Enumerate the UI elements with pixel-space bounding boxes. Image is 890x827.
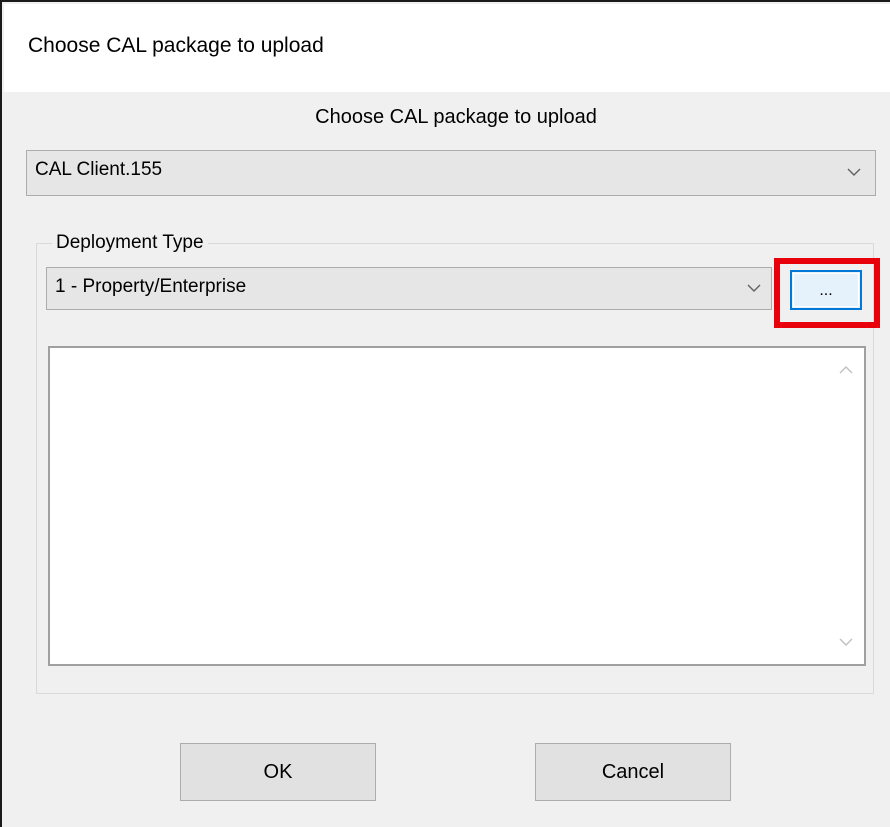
details-textbox[interactable] bbox=[48, 346, 866, 666]
dialog-window: Choose CAL package to upload Choose CAL … bbox=[0, 0, 890, 827]
chevron-up-icon[interactable] bbox=[838, 362, 854, 378]
ok-button[interactable]: OK bbox=[180, 743, 376, 801]
vertical-scrollbar[interactable] bbox=[828, 348, 864, 664]
chevron-down-icon bbox=[847, 168, 861, 176]
deployment-type-label: Deployment Type bbox=[52, 232, 208, 254]
deployment-type-select[interactable]: 1 - Property/Enterprise bbox=[46, 267, 772, 310]
package-select-value: CAL Client.155 bbox=[35, 159, 163, 180]
chevron-down-icon[interactable] bbox=[838, 634, 854, 650]
chevron-down-icon bbox=[747, 284, 761, 292]
window-title: Choose CAL package to upload bbox=[28, 34, 324, 57]
title-bar: Choose CAL package to upload bbox=[4, 4, 890, 92]
deployment-type-value: 1 - Property/Enterprise bbox=[55, 276, 247, 297]
dialog-heading: Choose CAL package to upload bbox=[315, 106, 597, 128]
package-select[interactable]: CAL Client.155 bbox=[26, 150, 876, 196]
cancel-button[interactable]: Cancel bbox=[535, 743, 731, 801]
browse-button[interactable]: ... bbox=[790, 270, 862, 310]
